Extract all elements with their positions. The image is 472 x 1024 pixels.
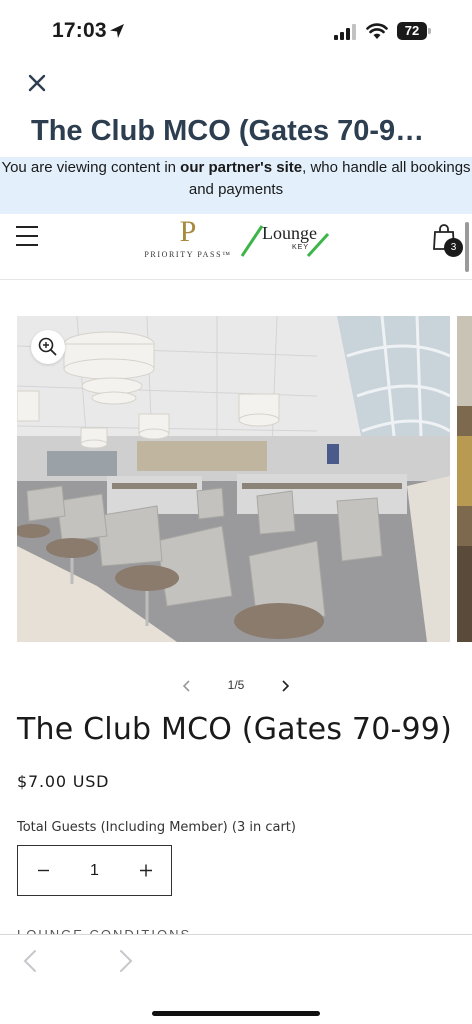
chevron-right-icon[interactable]: [276, 677, 294, 695]
zoom-in-icon: [38, 337, 57, 356]
webview-title: The Club MCO (Gates 70-9…: [31, 115, 425, 147]
banner-prefix: You are viewing content in: [1, 159, 181, 176]
minus-icon: [38, 869, 49, 872]
status-bar: 17:03 72: [0, 0, 472, 60]
product-title: The Club MCO (Gates 70-99): [17, 712, 452, 747]
quantity-label: Total Guests (Including Member) (3 in ca…: [17, 820, 296, 835]
browser-back-icon[interactable]: [20, 949, 40, 973]
plus-icon: [140, 864, 152, 877]
quantity-input[interactable]: 1: [68, 846, 121, 895]
cart-count-badge: 3: [444, 238, 463, 257]
close-icon[interactable]: [24, 70, 50, 96]
priority-pass-mark: P: [179, 215, 197, 248]
partner-banner: You are viewing content in our partner's…: [0, 157, 472, 214]
gallery-pager: 1/5: [0, 674, 472, 698]
location-arrow-icon: [110, 24, 124, 38]
browser-forward-icon[interactable]: [116, 949, 136, 973]
cart-button[interactable]: 3: [430, 220, 464, 257]
partner-link[interactable]: our partner's site: [180, 159, 302, 176]
wifi-icon: [366, 23, 388, 39]
next-photo-illustration: [457, 316, 472, 642]
gallery-counter: 1/5: [227, 678, 245, 692]
lounge-key-text: Lounge: [262, 223, 317, 243]
lounge-photo[interactable]: [17, 316, 450, 642]
zoom-button[interactable]: [31, 330, 65, 364]
home-indicator[interactable]: [152, 1011, 320, 1016]
priority-pass-text: PRIORITY PASS™: [144, 250, 232, 259]
next-photo-peek[interactable]: [457, 316, 472, 642]
signal-icon: [334, 24, 356, 40]
lounge-key-logo[interactable]: Lounge KEY: [240, 220, 332, 260]
lounge-conditions-heading[interactable]: LOUNGE CONDITIONS: [17, 926, 191, 934]
chevron-left-icon[interactable]: [178, 677, 196, 695]
product-price: $7.00 USD: [17, 772, 110, 791]
quantity-stepper: 1: [17, 845, 172, 896]
decrease-quantity-button[interactable]: [18, 846, 68, 895]
status-time: 17:03: [52, 19, 107, 42]
scrollbar-thumb[interactable]: [465, 222, 469, 272]
priority-pass-logo[interactable]: P PRIORITY PASS™: [140, 215, 236, 260]
hamburger-menu-icon[interactable]: [16, 226, 38, 246]
increase-quantity-button[interactable]: [121, 846, 171, 895]
lounge-key-sub: KEY: [292, 244, 310, 251]
browser-toolbar: [0, 934, 472, 1024]
lounge-photo-illustration: [17, 316, 450, 642]
battery-level: 72: [404, 23, 420, 38]
battery-icon: 72: [397, 22, 431, 40]
store-header: P PRIORITY PASS™ Lounge KEY 3: [0, 214, 472, 280]
